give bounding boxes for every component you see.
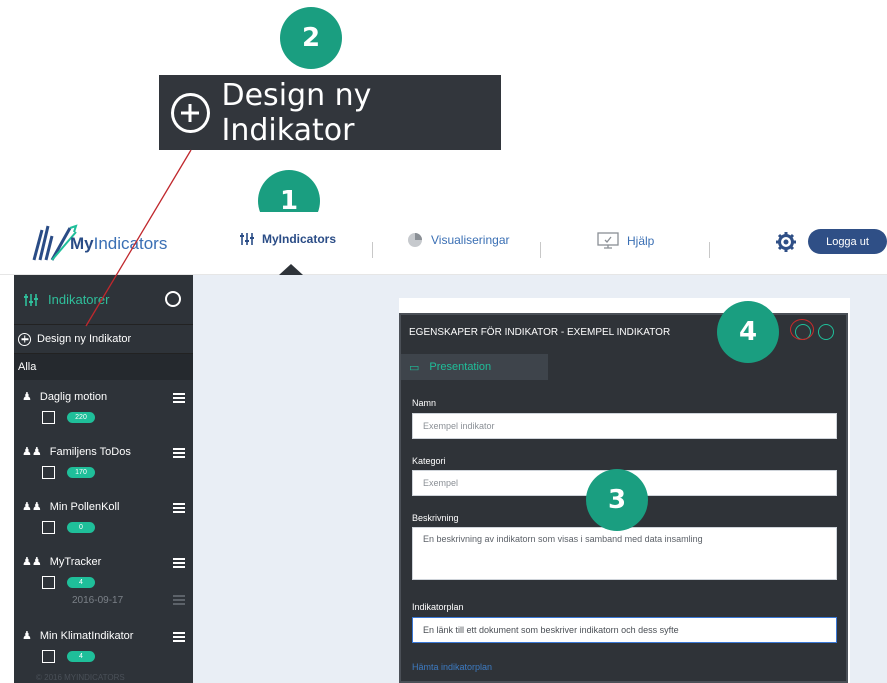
sliders-icon [24, 293, 38, 306]
tab-presentation[interactable]: ▭ Presentation [401, 354, 548, 380]
count-badge: 0 [67, 522, 95, 533]
sidebar-header: Indikatorer [14, 275, 193, 325]
close-icon[interactable] [818, 324, 834, 340]
indicator-item[interactable]: ♟ Daglig motion 220 [14, 380, 193, 435]
copyright: © 2016 MYINDICATORS [36, 673, 125, 682]
indicator-item[interactable]: ♟♟ Min PollenKoll 0 [14, 490, 193, 545]
edit-icon[interactable] [42, 650, 55, 663]
beskrivning-label: Beskrivning [412, 513, 459, 523]
top-navbar: MyIndicators MyIndicators Visualiseringa… [0, 212, 887, 275]
filter-all[interactable]: Alla [14, 354, 193, 380]
nav-divider [709, 242, 710, 258]
edit-icon[interactable] [42, 411, 55, 424]
confirm-highlight-ring [790, 319, 814, 340]
indicator-name: Min KlimatIndikator [39, 629, 134, 642]
indicator-name: Min PollenKoll [49, 500, 120, 513]
hamburger-menu-icon[interactable] [173, 632, 185, 644]
beskrivning-textarea[interactable]: En beskrivning av indikatorn som visas i… [412, 527, 837, 580]
hamburger-menu-icon[interactable] [173, 595, 185, 607]
sliders-icon [240, 233, 254, 245]
logo-text: MyIndicators [70, 234, 168, 253]
indicator-item[interactable]: ♟♟ Familjens ToDos 170 [14, 435, 193, 490]
indikatorplan-input[interactable]: En länk till ett dokument som beskriver … [412, 617, 837, 643]
indikatorplan-label: Indikatorplan [412, 602, 464, 612]
step-2-marker: 2 [280, 7, 342, 69]
indicator-name: Familjens ToDos [49, 445, 131, 458]
person-icon: ♟ [22, 391, 32, 403]
active-nav-indicator [279, 264, 303, 275]
hamburger-menu-icon[interactable] [173, 558, 185, 570]
indicator-item[interactable]: ♟♟ MyTracker 4 2016-09-17 [14, 545, 193, 619]
tab-label: Presentation [429, 361, 492, 373]
hamburger-menu-icon[interactable] [173, 393, 185, 405]
nav-divider [540, 242, 541, 258]
edit-icon[interactable] [42, 521, 55, 534]
indicator-date: 2016-09-17 [72, 595, 124, 606]
indicator-name: Daglig motion [39, 390, 108, 403]
nav-visualiseringar-label: Visualiseringar [431, 233, 510, 247]
pie-chart-icon [408, 233, 422, 247]
person-icon: ♟ [22, 630, 32, 642]
gear-icon[interactable] [776, 232, 796, 252]
kategori-label: Kategori [412, 456, 446, 466]
namn-input[interactable]: Exempel indikator [412, 413, 837, 439]
count-badge: 220 [67, 412, 95, 423]
edit-icon[interactable] [42, 466, 55, 479]
step-3-marker: 3 [586, 469, 648, 531]
group-icon: ♟♟ [22, 446, 42, 458]
nav-hjalp[interactable]: Hjälp [597, 232, 654, 250]
indicator-item[interactable]: ♟ Min KlimatIndikator 4 [14, 619, 193, 674]
logo[interactable]: MyIndicators [30, 220, 190, 264]
plus-circle-icon [171, 92, 210, 133]
edit-icon[interactable] [42, 576, 55, 589]
group-icon: ♟♟ [22, 556, 42, 568]
callout-label: Design ny Indikator [221, 77, 372, 148]
count-badge: 4 [67, 651, 95, 662]
design-new-indicator-button[interactable]: Design ny Indikator [14, 325, 193, 354]
dialog-title: EGENSKAPER FÖR INDIKATOR - EXEMPEL INDIK… [409, 327, 671, 338]
nav-myindicators-label: MyIndicators [262, 232, 337, 246]
nav-visualiseringar[interactable]: Visualiseringar [407, 232, 510, 248]
count-badge: 4 [67, 577, 95, 588]
monitor-icon: ▭ [409, 361, 420, 374]
hamburger-menu-icon[interactable] [173, 448, 185, 460]
design-new-indicator-callout: Design ny Indikator [159, 75, 501, 150]
collapse-sidebar-icon[interactable] [165, 291, 181, 307]
nav-divider [372, 242, 373, 258]
plus-circle-icon [18, 332, 31, 346]
sidebar: Indikatorer Design ny Indikator Alla ♟ Da… [14, 275, 193, 683]
namn-label: Namn [412, 398, 437, 408]
step-4-marker: 4 [717, 301, 779, 363]
logout-button[interactable]: Logga ut [808, 229, 887, 254]
indicator-name: MyTracker [49, 555, 102, 568]
hamta-indikatorplan-link[interactable]: Hämta indikatorplan [412, 662, 492, 672]
sidebar-title: Indikatorer [48, 292, 110, 307]
monitor-icon [597, 232, 619, 249]
count-badge: 170 [67, 467, 95, 478]
hamburger-menu-icon[interactable] [173, 503, 185, 515]
group-icon: ♟♟ [22, 501, 42, 513]
design-new-label: Design ny Indikator [37, 333, 132, 345]
nav-hjalp-label: Hjälp [627, 234, 655, 248]
nav-myindicators[interactable]: MyIndicators [240, 232, 336, 246]
